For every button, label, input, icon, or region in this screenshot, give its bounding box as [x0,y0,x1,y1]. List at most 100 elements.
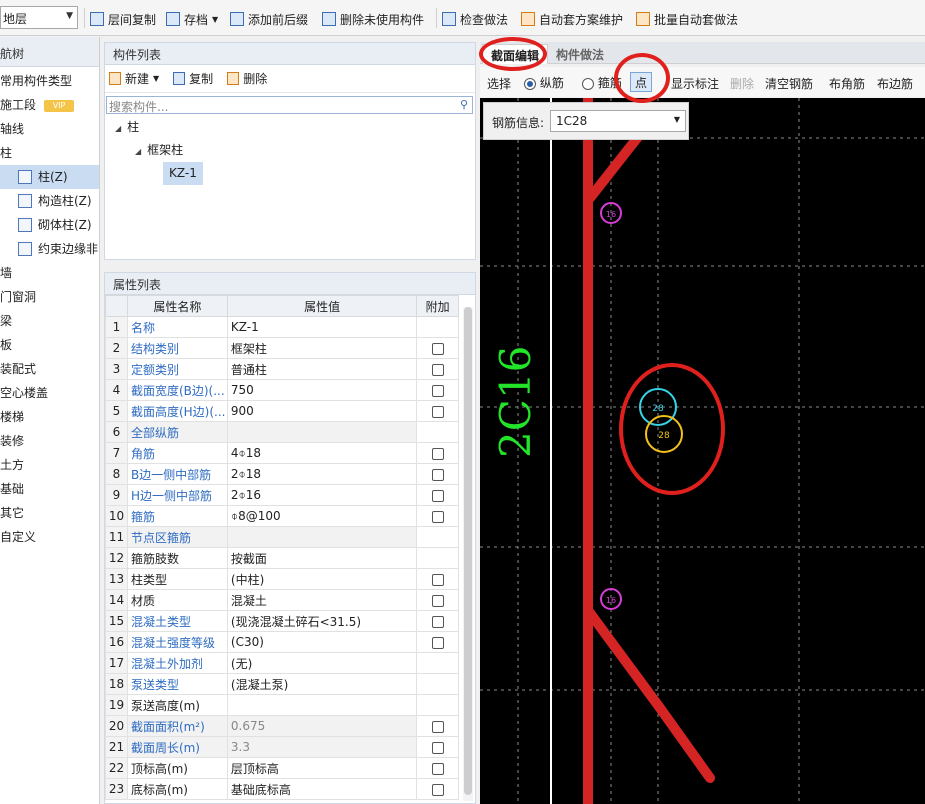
auto-scheme-button[interactable]: 自动套方案维护 [521,10,623,28]
property-value[interactable]: 混凝土 [226,589,418,611]
tree-node-column[interactable]: ◢ 柱 [105,116,475,139]
property-scrollbar[interactable] [463,307,473,801]
nav-item-custom[interactable]: 自定义 [0,525,99,549]
attach-checkbox[interactable] [431,594,444,607]
nav-item-axis[interactable]: 轴线 [0,117,99,141]
nav-item-beam[interactable]: 梁 [0,309,99,333]
property-value[interactable]: 900 [226,400,418,422]
nav-item-constraint-edge[interactable]: 约束边缘非 [0,237,99,261]
nav-item-column[interactable]: 柱 [0,141,99,165]
component-search[interactable]: 搜索构件... ⚲ [106,96,473,114]
nav-item-structural-column[interactable]: 构造柱(Z) [0,189,99,213]
property-value[interactable]: 2⌽18 [226,463,418,485]
show-label-button[interactable]: 显示标注 [671,75,719,92]
table-row[interactable]: 3 定额类别 普通柱 [105,358,459,380]
attach-checkbox[interactable] [431,636,444,649]
property-value[interactable]: (现浇混凝土碎石<31.5) [226,610,418,632]
property-value[interactable]: (C30) [226,631,418,653]
attach-checkbox[interactable] [431,468,444,481]
attach-checkbox[interactable] [431,510,444,523]
stirrup-radio[interactable]: 箍筋 [582,74,622,91]
longitudinal-radio[interactable]: 纵筋 [524,74,564,91]
tab-section-edit[interactable]: 截面编辑 [482,44,549,64]
property-value[interactable]: 3.3 [226,736,418,758]
table-row[interactable]: 18 泵送类型 (混凝土泵) [105,673,459,695]
nav-item-masonry-column[interactable]: 砌体柱(Z) [0,213,99,237]
table-row[interactable]: 19 泵送高度(m) [105,694,459,716]
attach-checkbox[interactable] [431,720,444,733]
place-corner-bars-button[interactable]: 布角筋 [829,75,865,92]
attach-checkbox[interactable] [431,342,444,355]
table-row[interactable]: 9 H边一侧中部筋 2⌽16 [105,484,459,506]
table-row[interactable]: 23 底标高(m) 基础底标高 [105,778,459,800]
table-row[interactable]: 21 截面周长(m) 3.3 [105,736,459,758]
place-edge-bars-button[interactable]: 布边筋 [877,75,913,92]
table-row[interactable]: 22 顶标高(m) 层顶标高 [105,757,459,779]
attach-checkbox[interactable] [431,384,444,397]
check-method-button[interactable]: 检查做法 [442,10,508,28]
scrollbar-thumb[interactable] [464,307,472,795]
property-value[interactable]: KZ-1 [226,316,418,338]
add-prefix-suffix-button[interactable]: 添加前后缀 [230,10,308,28]
table-row[interactable]: 6 全部纵筋 [105,421,459,443]
table-row[interactable]: 14 材质 混凝土 [105,589,459,611]
property-value[interactable]: (中柱) [226,568,418,590]
attach-checkbox[interactable] [431,447,444,460]
expand-triangle-icon[interactable]: ◢ [135,147,141,156]
nav-item-wall[interactable]: 墙 [0,261,99,285]
copy-component-button[interactable]: 复制 [173,70,213,87]
table-row[interactable]: 8 B边一侧中部筋 2⌽18 [105,463,459,485]
nav-item-column-z[interactable]: 柱(Z) [0,165,99,189]
property-value[interactable]: 2⌽16 [226,484,418,506]
attach-checkbox[interactable] [431,783,444,796]
table-row[interactable]: 13 柱类型 (中柱) [105,568,459,590]
table-row[interactable]: 15 混凝土类型 (现浇混凝土碎石<31.5) [105,610,459,632]
table-row[interactable]: 17 混凝土外加剂 (无) [105,652,459,674]
table-row[interactable]: 20 截面面积(m²) 0.675 [105,715,459,737]
attach-checkbox[interactable] [431,762,444,775]
nav-item-construction-section[interactable]: 施工段 VIP [0,93,99,117]
property-value[interactable] [226,421,418,443]
property-value[interactable] [226,526,418,548]
nav-item-prefab[interactable]: 装配式 [0,357,99,381]
attach-checkbox[interactable] [431,363,444,376]
point-button[interactable]: 点 [630,72,653,92]
nav-item-slab[interactable]: 板 [0,333,99,357]
table-row[interactable]: 4 截面宽度(B边)(... 750 [105,379,459,401]
property-value[interactable]: 750 [226,379,418,401]
floor-select[interactable]: 地层 ▼ [0,6,78,29]
table-row[interactable]: 11 节点区箍筋 [105,526,459,548]
nav-item-door-window[interactable]: 门窗洞 [0,285,99,309]
delete-bar-button[interactable]: 删除 [730,75,754,92]
attach-checkbox[interactable] [431,741,444,754]
new-component-button[interactable]: 新建 ▼ [109,70,159,87]
attach-checkbox[interactable] [431,489,444,502]
property-value[interactable] [226,694,418,716]
batch-auto-method-button[interactable]: 批量自动套做法 [636,10,738,28]
nav-item-hollow-floor[interactable]: 空心楼盖 [0,381,99,405]
property-value[interactable]: 框架柱 [226,337,418,359]
nav-item-earthwork[interactable]: 土方 [0,453,99,477]
delete-unused-button[interactable]: 删除未使用构件 [322,10,424,28]
section-drawing[interactable]: 16 16 28 28 2C16 [480,98,925,804]
expand-triangle-icon[interactable]: ◢ [115,124,121,133]
clear-bars-button[interactable]: 清空钢筋 [765,75,813,92]
property-value[interactable]: ⌽8@100 [226,505,418,527]
table-row[interactable]: 2 结构类别 框架柱 [105,337,459,359]
table-row[interactable]: 10 箍筋 ⌽8@100 [105,505,459,527]
attach-checkbox[interactable] [431,615,444,628]
delete-component-button[interactable]: 删除 [227,70,267,87]
property-value[interactable]: 4⌽18 [226,442,418,464]
nav-item-foundation[interactable]: 基础 [0,477,99,501]
nav-item-other[interactable]: 其它 [0,501,99,525]
table-row[interactable]: 7 角筋 4⌽18 [105,442,459,464]
property-value[interactable]: 按截面 [226,547,418,569]
nav-item-decoration[interactable]: 装修 [0,429,99,453]
copy-between-floors-button[interactable]: 层间复制 [90,10,156,28]
table-row[interactable]: 16 混凝土强度等级 (C30) [105,631,459,653]
property-value[interactable]: (无) [226,652,418,674]
rebar-info-select[interactable]: 1C28 ▼ [550,110,686,132]
nav-item-stairs[interactable]: 楼梯 [0,405,99,429]
property-value[interactable]: 层顶标高 [226,757,418,779]
attach-checkbox[interactable] [431,573,444,586]
